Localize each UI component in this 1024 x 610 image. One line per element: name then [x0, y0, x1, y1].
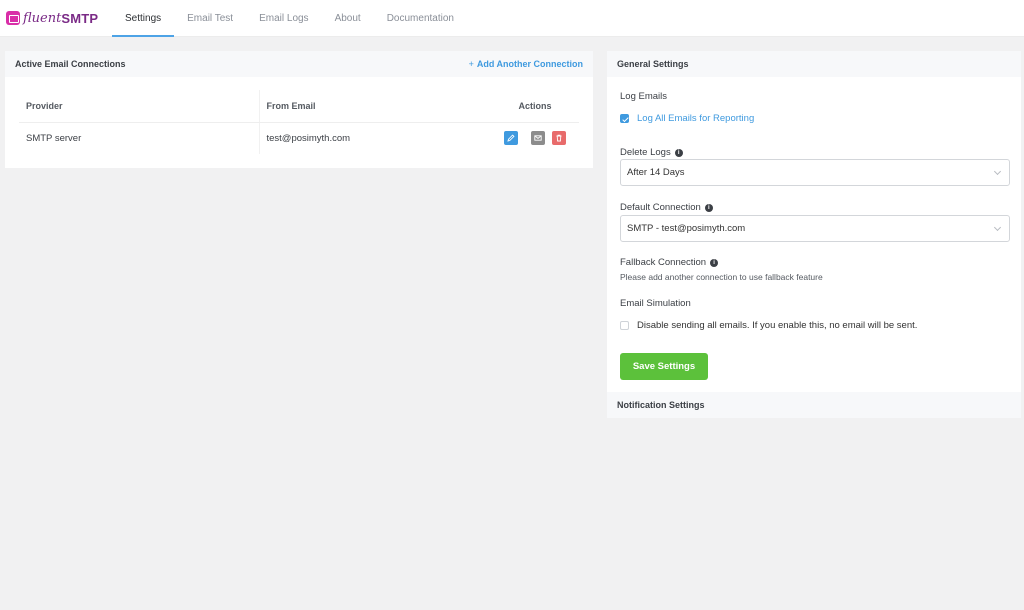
cell-actions: [491, 122, 579, 154]
connections-header: Active Email Connections + Add Another Co…: [5, 51, 593, 77]
email-simulation-checkbox[interactable]: [620, 321, 629, 330]
plus-icon: +: [468, 59, 474, 69]
tab-about[interactable]: About: [322, 0, 374, 36]
send-test-email-button[interactable]: [531, 131, 545, 146]
log-all-emails-label: Log All Emails for Reporting: [637, 113, 755, 124]
default-connection-label: Default Connection: [620, 202, 701, 213]
cell-from-email: test@posimyth.com: [266, 132, 351, 144]
notification-settings-title: Notification Settings: [617, 400, 705, 410]
info-icon[interactable]: i: [710, 258, 719, 267]
connections-panel: Active Email Connections + Add Another Co…: [5, 51, 593, 168]
fallback-connection-label: Fallback Connection: [620, 257, 707, 268]
info-icon[interactable]: i: [704, 203, 713, 212]
log-all-emails-row[interactable]: Log All Emails for Reporting: [620, 113, 754, 124]
delete-logs-value: After 14 Days: [627, 167, 685, 178]
delete-connection-button[interactable]: [551, 131, 566, 146]
brand-name-part2: SMTP: [61, 10, 99, 26]
log-all-emails-checkbox[interactable]: [620, 114, 629, 123]
email-simulation-row[interactable]: Disable sending all emails. If you enabl…: [620, 320, 917, 331]
tab-documentation[interactable]: Documentation: [374, 0, 467, 36]
email-simulation-label: Email Simulation: [620, 298, 691, 309]
pencil-icon: [507, 134, 515, 142]
default-connection-value: SMTP - test@posimyth.com: [627, 223, 746, 234]
delete-logs-label: Delete Logs: [620, 147, 671, 158]
tab-settings[interactable]: Settings: [112, 0, 175, 37]
fallback-connection-label-row: Fallback Connection i: [620, 257, 719, 268]
trash-icon: [556, 135, 562, 142]
edit-connection-button[interactable]: [504, 131, 519, 146]
table-header-row: Provider From Email Actions: [19, 90, 579, 123]
default-connection-select[interactable]: SMTP - test@posimyth.com: [620, 215, 1010, 242]
general-settings-panel: General Settings Log Emails Log All Emai…: [607, 51, 1021, 392]
column-header-from-email: From Email: [259, 90, 491, 123]
add-connection-label: Add Another Connection: [476, 59, 583, 69]
table-row: SMTP server test@posimyth.com: [19, 122, 579, 154]
general-settings-header: General Settings: [607, 51, 1021, 77]
envelope-icon: [534, 135, 542, 141]
chevron-down-icon: [993, 223, 1002, 232]
connections-table: Provider From Email Actions SMTP server …: [19, 90, 579, 154]
tab-email-logs[interactable]: Email Logs: [246, 0, 321, 36]
column-header-actions: Actions: [491, 90, 579, 123]
top-nav: fluent SMTP Settings Email Test Email Lo…: [0, 0, 1024, 37]
envelope-logo-icon: [6, 11, 20, 25]
general-settings-title: General Settings: [617, 59, 689, 69]
cell-provider: SMTP server: [19, 122, 260, 154]
column-header-provider: Provider: [19, 90, 260, 123]
default-connection-label-row: Default Connection i: [620, 202, 713, 213]
brand-name-part1: fluent: [23, 10, 62, 26]
fallback-hint: Please add another connection to use fal…: [620, 272, 823, 282]
delete-logs-label-row: Delete Logs i: [620, 147, 683, 158]
delete-logs-select[interactable]: After 14 Days: [620, 159, 1010, 186]
save-settings-button[interactable]: Save Settings: [620, 353, 708, 380]
tab-email-test[interactable]: Email Test: [174, 0, 246, 36]
email-simulation-checkbox-label: Disable sending all emails. If you enabl…: [637, 320, 918, 331]
info-icon[interactable]: i: [674, 148, 683, 157]
notification-settings-header[interactable]: Notification Settings: [607, 392, 1021, 418]
add-connection-link[interactable]: + Add Another Connection: [469, 59, 583, 69]
brand-logo[interactable]: fluent SMTP: [0, 0, 112, 36]
chevron-down-icon: [993, 167, 1002, 176]
log-emails-label: Log Emails: [620, 91, 667, 102]
connections-title: Active Email Connections: [15, 59, 126, 69]
